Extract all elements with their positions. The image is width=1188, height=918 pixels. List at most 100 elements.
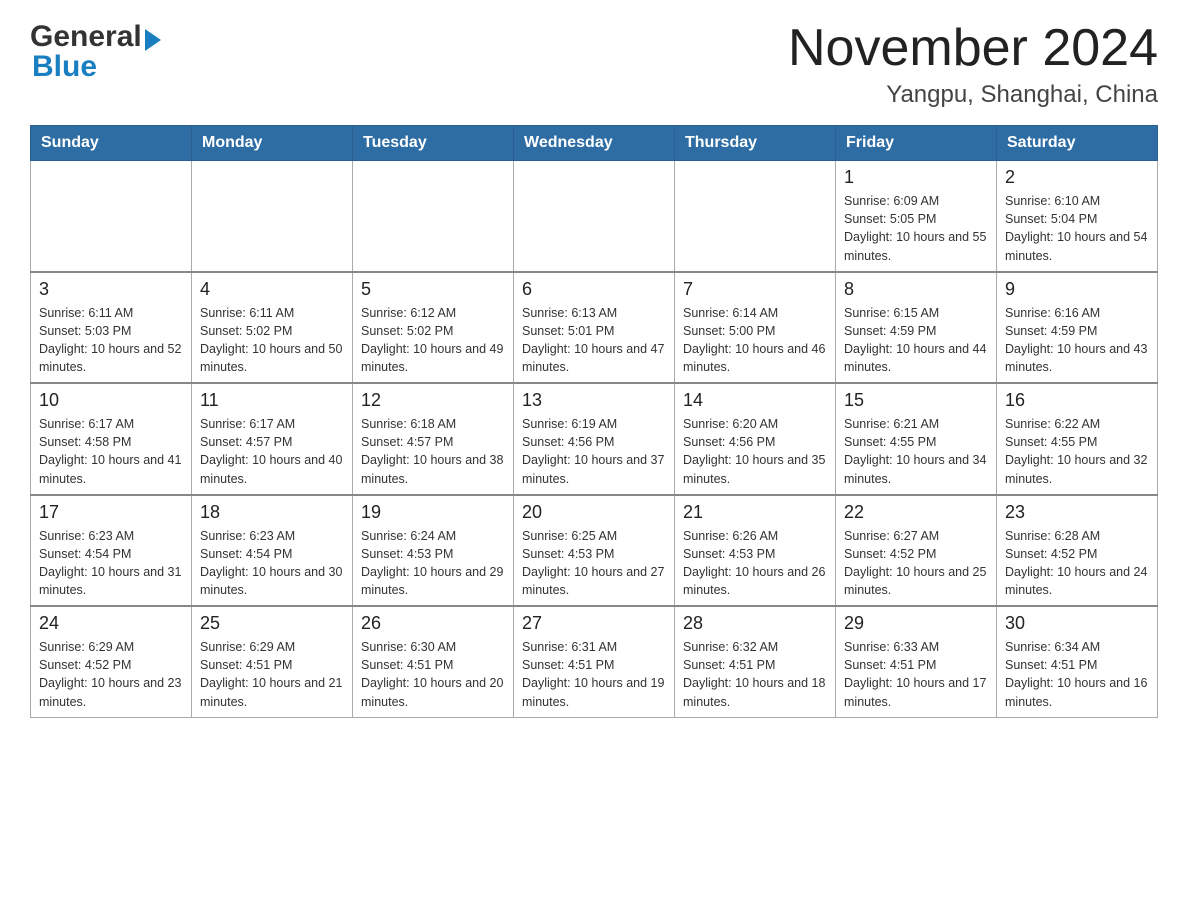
- header-wednesday: Wednesday: [514, 126, 675, 161]
- day-number: 23: [1005, 502, 1149, 523]
- day-number: 11: [200, 390, 344, 411]
- header-sunday: Sunday: [31, 126, 192, 161]
- day-number: 3: [39, 279, 183, 300]
- day-info: Sunrise: 6:34 AMSunset: 4:51 PMDaylight:…: [1005, 638, 1149, 711]
- day-info: Sunrise: 6:16 AMSunset: 4:59 PMDaylight:…: [1005, 304, 1149, 377]
- day-info: Sunrise: 6:26 AMSunset: 4:53 PMDaylight:…: [683, 527, 827, 600]
- calendar-cell-w5-d7: 30 Sunrise: 6:34 AMSunset: 4:51 PMDayligh…: [997, 606, 1158, 717]
- day-number: 14: [683, 390, 827, 411]
- day-number: 1: [844, 167, 988, 188]
- title-area: November 2024 Yangpu, Shanghai, China: [788, 20, 1158, 109]
- calendar-title: November 2024: [788, 20, 1158, 77]
- calendar-cell-w1-d1: [31, 161, 192, 272]
- day-info: Sunrise: 6:09 AMSunset: 5:05 PMDaylight:…: [844, 192, 988, 265]
- calendar-cell-w2-d7: 9 Sunrise: 6:16 AMSunset: 4:59 PMDaylight…: [997, 272, 1158, 384]
- calendar-cell-w5-d2: 25 Sunrise: 6:29 AMSunset: 4:51 PMDayligh…: [192, 606, 353, 717]
- header-thursday: Thursday: [675, 126, 836, 161]
- calendar-cell-w3-d6: 15 Sunrise: 6:21 AMSunset: 4:55 PMDayligh…: [836, 383, 997, 495]
- day-info: Sunrise: 6:23 AMSunset: 4:54 PMDaylight:…: [39, 527, 183, 600]
- day-info: Sunrise: 6:15 AMSunset: 4:59 PMDaylight:…: [844, 304, 988, 377]
- calendar-cell-w3-d3: 12Sunrise: 6:18 AMSunset: 4:57 PMDayligh…: [353, 383, 514, 495]
- day-info: Sunrise: 6:17 AMSunset: 4:57 PMDaylight:…: [200, 415, 344, 488]
- day-info: Sunrise: 6:31 AMSunset: 4:51 PMDaylight:…: [522, 638, 666, 711]
- calendar-cell-w5-d5: 28 Sunrise: 6:32 AMSunset: 4:51 PMDayligh…: [675, 606, 836, 717]
- calendar-cell-w2-d2: 4 Sunrise: 6:11 AMSunset: 5:02 PMDaylight…: [192, 272, 353, 384]
- calendar-cell-w4-d2: 18Sunrise: 6:23 AMSunset: 4:54 PMDayligh…: [192, 495, 353, 607]
- day-info: Sunrise: 6:29 AMSunset: 4:51 PMDaylight:…: [200, 638, 344, 711]
- calendar-cell-w1-d2: [192, 161, 353, 272]
- week-row-3: 10 Sunrise: 6:17 AMSunset: 4:58 PMDayligh…: [31, 383, 1158, 495]
- day-info: Sunrise: 6:27 AMSunset: 4:52 PMDaylight:…: [844, 527, 988, 600]
- calendar-cell-w3-d1: 10 Sunrise: 6:17 AMSunset: 4:58 PMDayligh…: [31, 383, 192, 495]
- logo-general-text: General: [30, 20, 142, 54]
- day-number: 9: [1005, 279, 1149, 300]
- day-number: 6: [522, 279, 666, 300]
- day-number: 15: [844, 390, 988, 411]
- day-number: 17: [39, 502, 183, 523]
- logo: General Blue: [30, 20, 161, 84]
- day-info: Sunrise: 6:18 AMSunset: 4:57 PMDaylight:…: [361, 415, 505, 488]
- calendar-cell-w4-d4: 20Sunrise: 6:25 AMSunset: 4:53 PMDayligh…: [514, 495, 675, 607]
- day-number: 5: [361, 279, 505, 300]
- calendar-table: SundayMondayTuesdayWednesdayThursdayFrid…: [30, 125, 1158, 718]
- calendar-cell-w5-d3: 26Sunrise: 6:30 AMSunset: 4:51 PMDayligh…: [353, 606, 514, 717]
- day-number: 26: [361, 613, 505, 634]
- calendar-cell-w2-d3: 5 Sunrise: 6:12 AMSunset: 5:02 PMDaylight…: [353, 272, 514, 384]
- calendar-cell-w4-d6: 22Sunrise: 6:27 AMSunset: 4:52 PMDayligh…: [836, 495, 997, 607]
- day-number: 27: [522, 613, 666, 634]
- calendar-cell-w4-d7: 23 Sunrise: 6:28 AMSunset: 4:52 PMDayligh…: [997, 495, 1158, 607]
- day-info: Sunrise: 6:23 AMSunset: 4:54 PMDaylight:…: [200, 527, 344, 600]
- day-number: 19: [361, 502, 505, 523]
- day-info: Sunrise: 6:17 AMSunset: 4:58 PMDaylight:…: [39, 415, 183, 488]
- calendar-cell-w4-d1: 17 Sunrise: 6:23 AMSunset: 4:54 PMDayligh…: [31, 495, 192, 607]
- day-info: Sunrise: 6:12 AMSunset: 5:02 PMDaylight:…: [361, 304, 505, 377]
- calendar-cell-w4-d5: 21 Sunrise: 6:26 AMSunset: 4:53 PMDayligh…: [675, 495, 836, 607]
- day-info: Sunrise: 6:21 AMSunset: 4:55 PMDaylight:…: [844, 415, 988, 488]
- day-number: 4: [200, 279, 344, 300]
- logo-arrow-icon: [145, 29, 161, 51]
- day-number: 21: [683, 502, 827, 523]
- day-number: 10: [39, 390, 183, 411]
- calendar-cell-w1-d7: 2 Sunrise: 6:10 AMSunset: 5:04 PMDaylight…: [997, 161, 1158, 272]
- calendar-cell-w1-d5: [675, 161, 836, 272]
- day-info: Sunrise: 6:28 AMSunset: 4:52 PMDaylight:…: [1005, 527, 1149, 600]
- calendar-cell-w4-d3: 19Sunrise: 6:24 AMSunset: 4:53 PMDayligh…: [353, 495, 514, 607]
- calendar-cell-w5-d4: 27 Sunrise: 6:31 AMSunset: 4:51 PMDayligh…: [514, 606, 675, 717]
- day-number: 25: [200, 613, 344, 634]
- day-number: 8: [844, 279, 988, 300]
- calendar-cell-w3-d2: 11 Sunrise: 6:17 AMSunset: 4:57 PMDayligh…: [192, 383, 353, 495]
- calendar-cell-w2-d6: 8 Sunrise: 6:15 AMSunset: 4:59 PMDaylight…: [836, 272, 997, 384]
- calendar-cell-w1-d3: [353, 161, 514, 272]
- day-info: Sunrise: 6:13 AMSunset: 5:01 PMDaylight:…: [522, 304, 666, 377]
- day-number: 20: [522, 502, 666, 523]
- calendar-cell-w3-d4: 13Sunrise: 6:19 AMSunset: 4:56 PMDayligh…: [514, 383, 675, 495]
- week-row-1: 1 Sunrise: 6:09 AMSunset: 5:05 PMDaylight…: [31, 161, 1158, 272]
- header: General Blue November 2024 Yangpu, Shang…: [30, 20, 1158, 109]
- calendar-cell-w2-d1: 3Sunrise: 6:11 AMSunset: 5:03 PMDaylight…: [31, 272, 192, 384]
- day-info: Sunrise: 6:20 AMSunset: 4:56 PMDaylight:…: [683, 415, 827, 488]
- day-number: 30: [1005, 613, 1149, 634]
- day-info: Sunrise: 6:10 AMSunset: 5:04 PMDaylight:…: [1005, 192, 1149, 265]
- day-info: Sunrise: 6:11 AMSunset: 5:02 PMDaylight:…: [200, 304, 344, 377]
- calendar-cell-w5-d1: 24 Sunrise: 6:29 AMSunset: 4:52 PMDayligh…: [31, 606, 192, 717]
- day-number: 13: [522, 390, 666, 411]
- day-info: Sunrise: 6:29 AMSunset: 4:52 PMDaylight:…: [39, 638, 183, 711]
- calendar-cell-w2-d5: 7 Sunrise: 6:14 AMSunset: 5:00 PMDaylight…: [675, 272, 836, 384]
- day-number: 24: [39, 613, 183, 634]
- day-info: Sunrise: 6:32 AMSunset: 4:51 PMDaylight:…: [683, 638, 827, 711]
- calendar-subtitle: Yangpu, Shanghai, China: [788, 81, 1158, 109]
- day-info: Sunrise: 6:14 AMSunset: 5:00 PMDaylight:…: [683, 304, 827, 377]
- calendar-header-row: SundayMondayTuesdayWednesdayThursdayFrid…: [31, 126, 1158, 161]
- day-info: Sunrise: 6:22 AMSunset: 4:55 PMDaylight:…: [1005, 415, 1149, 488]
- calendar-cell-w3-d5: 14 Sunrise: 6:20 AMSunset: 4:56 PMDayligh…: [675, 383, 836, 495]
- day-number: 7: [683, 279, 827, 300]
- day-number: 2: [1005, 167, 1149, 188]
- calendar-cell-w2-d4: 6 Sunrise: 6:13 AMSunset: 5:01 PMDaylight…: [514, 272, 675, 384]
- logo-blue-text: Blue: [32, 50, 97, 83]
- header-monday: Monday: [192, 126, 353, 161]
- header-saturday: Saturday: [997, 126, 1158, 161]
- calendar-cell-w1-d6: 1 Sunrise: 6:09 AMSunset: 5:05 PMDaylight…: [836, 161, 997, 272]
- day-info: Sunrise: 6:33 AMSunset: 4:51 PMDaylight:…: [844, 638, 988, 711]
- day-number: 28: [683, 613, 827, 634]
- day-number: 16: [1005, 390, 1149, 411]
